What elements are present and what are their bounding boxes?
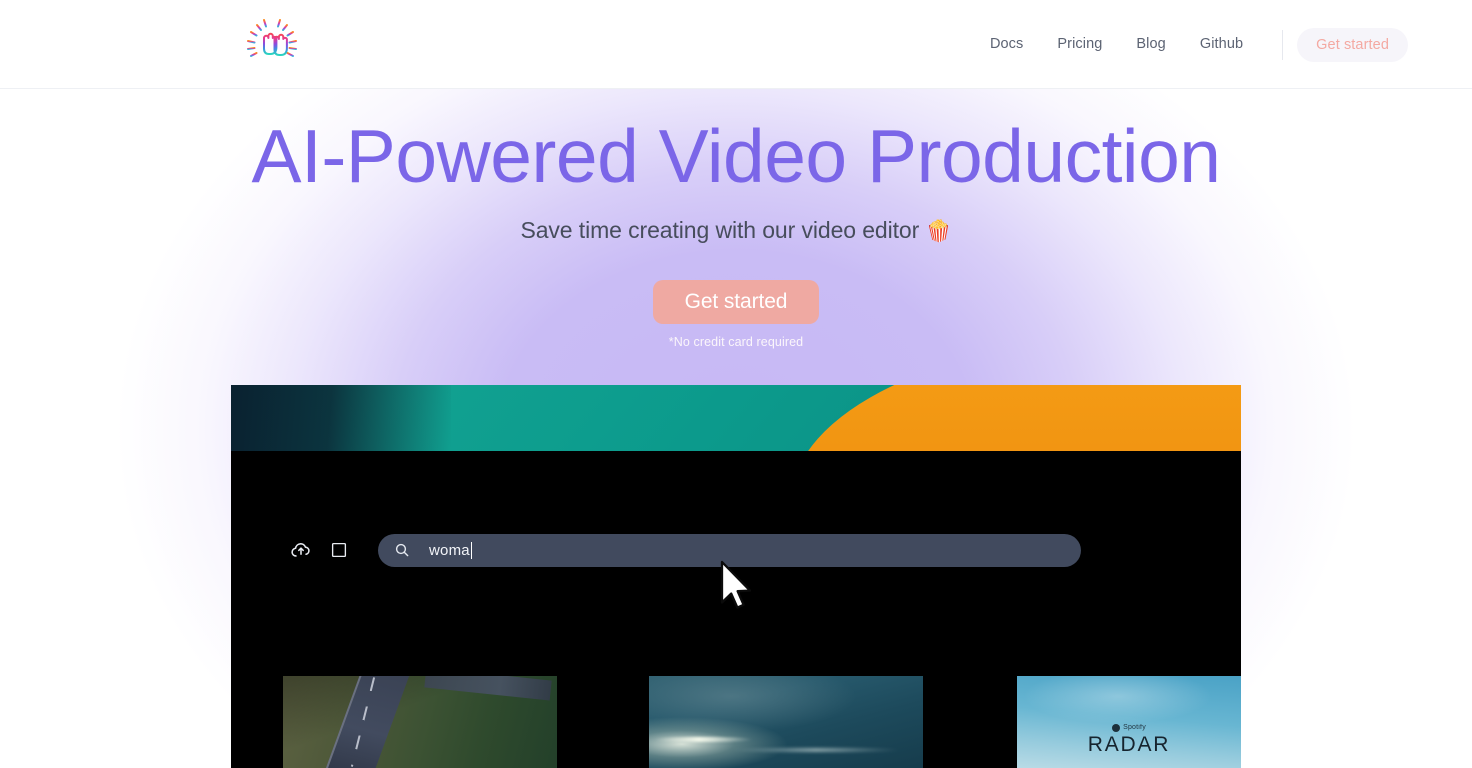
road-secondary [424, 676, 553, 701]
hero-subtitle-text: Save time creating with our video editor [520, 217, 920, 244]
cloud-light-streak [654, 736, 754, 742]
nav-divider [1282, 29, 1284, 60]
video-banner-art [231, 385, 1241, 451]
editor-toolbar: woma [231, 525, 1241, 575]
product-demo-video[interactable]: woma Spotify RADAR [231, 385, 1241, 768]
clip-thumbnail-image [283, 676, 557, 768]
spotify-brand-label: Spotify [1123, 724, 1146, 732]
clip-thumbnail-image: Spotify RADAR [1017, 676, 1241, 768]
radar-title: RADAR [1087, 732, 1171, 756]
clip-thumbnail-spotify-radar[interactable]: Spotify RADAR [1017, 676, 1241, 768]
header-get-started-button[interactable]: Get started [1297, 27, 1408, 62]
spotify-radar-overlay: Spotify RADAR [1017, 723, 1241, 757]
raised-hands-icon [247, 17, 297, 71]
square-frame-icon[interactable] [326, 537, 352, 563]
site-header: Docs Pricing Blog Github Get started [0, 0, 1472, 89]
clip-thumbnail-stormy-sky[interactable] [649, 676, 923, 768]
banner-dark-edge [231, 385, 451, 451]
hero-subtitle: Save time creating with our video editor… [0, 217, 1472, 244]
cloud-upload-icon[interactable] [288, 537, 314, 563]
nav-link-docs[interactable]: Docs [973, 37, 1040, 52]
nav-link-pricing[interactable]: Pricing [1040, 37, 1119, 52]
text-caret [470, 541, 473, 559]
clip-results-strip: Spotify RADAR [231, 668, 1241, 768]
search-icon [394, 542, 410, 558]
popcorn-icon: 🍿 [925, 220, 952, 244]
spotify-brand-lockup: Spotify [1017, 723, 1241, 732]
cloud-light-streak-two [731, 747, 902, 752]
site-logo[interactable] [238, 12, 306, 78]
search-input-value: woma [429, 541, 470, 559]
nav-link-blog[interactable]: Blog [1119, 37, 1182, 52]
spotify-logo-icon [1112, 723, 1121, 732]
clip-thumbnail-aerial-road[interactable] [283, 676, 557, 768]
landing-page: Docs Pricing Blog Github Get started AI-… [0, 0, 1472, 768]
hero-section: AI-Powered Video Production Save time cr… [0, 89, 1472, 350]
road-primary [323, 676, 410, 768]
hero-get-started-button[interactable]: Get started [652, 280, 820, 325]
search-input[interactable]: woma [378, 533, 1081, 567]
main-navigation: Docs Pricing Blog Github Get started [973, 0, 1408, 89]
no-credit-card-note: *No credit card required [668, 335, 804, 350]
nav-link-github[interactable]: Github [1183, 37, 1260, 52]
clip-thumbnail-image [649, 676, 923, 768]
page-title: AI-Powered Video Production [251, 114, 1221, 198]
